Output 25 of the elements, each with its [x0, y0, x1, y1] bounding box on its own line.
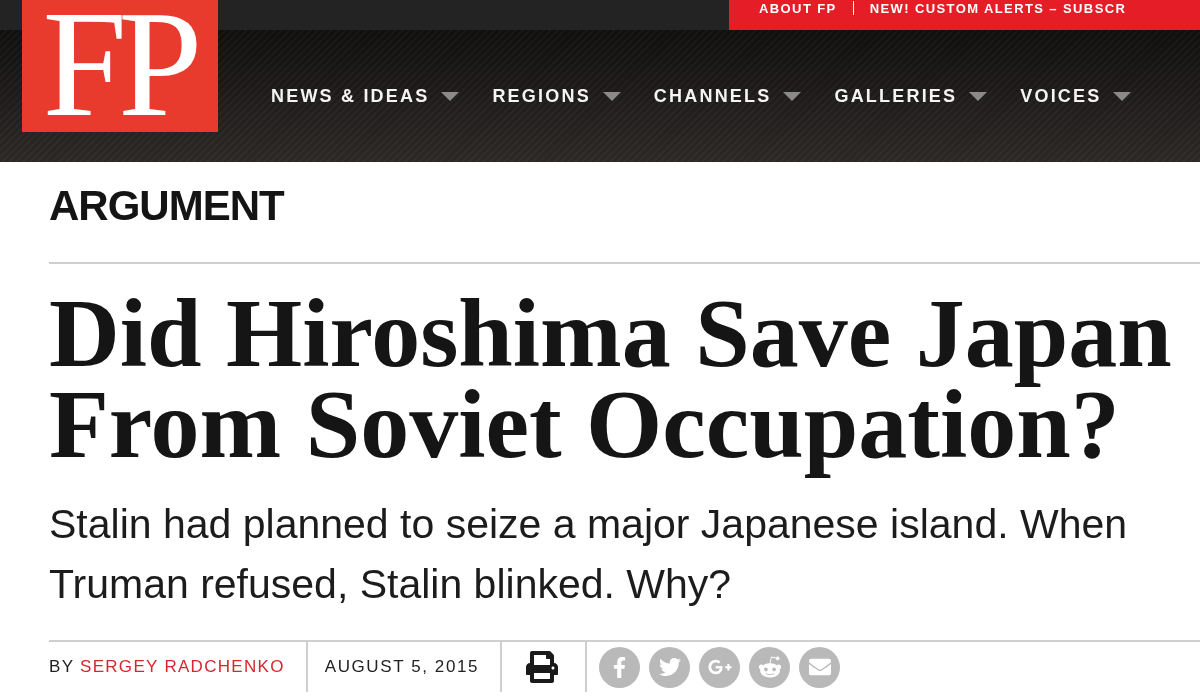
nav-link[interactable]: NEWS & IDEAS [271, 85, 460, 107]
section-link[interactable]: ARGUMENT [49, 182, 284, 230]
headline: Did Hiroshima Save Japan From Soviet Occupation? [49, 288, 1173, 480]
reddit-alien-icon[interactable] [749, 646, 791, 688]
printer-icon[interactable] [526, 651, 559, 683]
caret-icon [441, 91, 460, 101]
nav-link[interactable]: CHANNELS [653, 85, 802, 107]
twitter-bird-icon[interactable] [649, 646, 691, 688]
top-bar-link[interactable]: NEW! CUSTOM ALERTS – SUBSCR [869, 0, 1127, 16]
byline: BY SERGEY RADCHENKO [49, 657, 285, 677]
caret-icon [602, 91, 621, 101]
nav-link[interactable]: GALLERIES [834, 85, 988, 107]
google-plus-icon[interactable] [699, 646, 741, 688]
envelope-icon[interactable] [799, 646, 841, 688]
nav-link[interactable]: VOICES [1020, 85, 1132, 107]
subheadline: Stalin had planned to seize a major Japanese island. When Truman refused, Stalin blinked. Why? [49, 500, 1129, 609]
caret-icon [783, 91, 802, 101]
logo[interactable]: FP [22, 0, 218, 132]
author-link[interactable]: SERGEY RADCHENKO [80, 657, 285, 676]
caret-icon [1113, 91, 1132, 101]
top-bar-link[interactable]: ABOUT FP [759, 0, 837, 16]
publish-date: AUGUST 5, 2015 [324, 657, 480, 677]
caret-icon [969, 91, 988, 101]
nav-link[interactable]: REGIONS [492, 85, 621, 107]
facebook-icon[interactable] [599, 646, 641, 688]
